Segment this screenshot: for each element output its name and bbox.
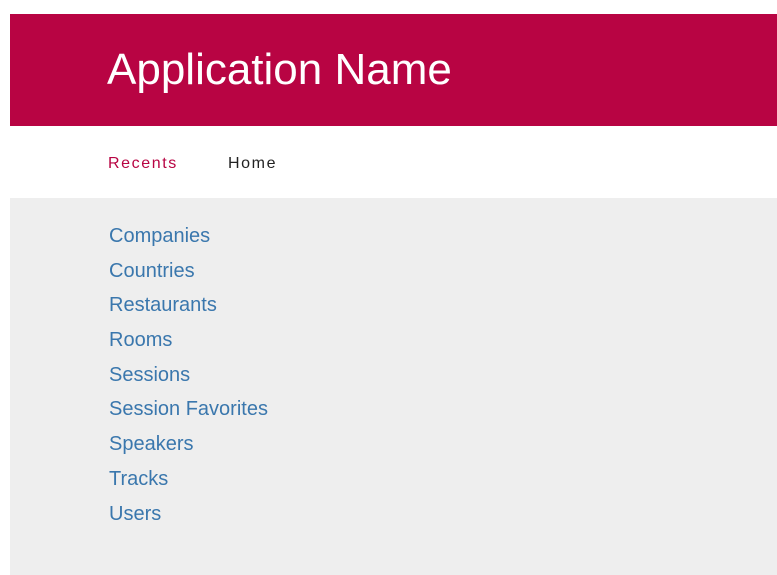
list-item: Sessions <box>109 363 268 398</box>
link-companies[interactable]: Companies <box>109 225 210 247</box>
app-title: Application Name <box>107 45 452 94</box>
list-item: Session Favorites <box>109 397 268 432</box>
app-frame: Application Name Recents Home Companies … <box>10 14 777 575</box>
list-item: Companies <box>109 224 268 259</box>
link-rooms[interactable]: Rooms <box>109 329 172 351</box>
nav-link-home[interactable]: Home <box>228 154 277 174</box>
entity-link-list: Companies Countries Restaurants Rooms Se… <box>109 224 268 536</box>
link-session-favorites[interactable]: Session Favorites <box>109 398 268 420</box>
link-countries[interactable]: Countries <box>109 260 195 282</box>
main-content: Companies Countries Restaurants Rooms Se… <box>10 198 777 575</box>
top-nav: Recents Home <box>10 126 777 198</box>
list-item: Tracks <box>109 467 268 502</box>
list-item: Speakers <box>109 432 268 467</box>
list-item: Restaurants <box>109 293 268 328</box>
list-item: Users <box>109 502 268 537</box>
nav-link-recents[interactable]: Recents <box>108 154 178 174</box>
list-item: Countries <box>109 259 268 294</box>
app-header: Application Name <box>10 14 777 126</box>
list-item: Rooms <box>109 328 268 363</box>
link-speakers[interactable]: Speakers <box>109 433 194 455</box>
link-tracks[interactable]: Tracks <box>109 468 168 490</box>
link-users[interactable]: Users <box>109 503 161 525</box>
link-restaurants[interactable]: Restaurants <box>109 294 217 316</box>
link-sessions[interactable]: Sessions <box>109 364 190 386</box>
